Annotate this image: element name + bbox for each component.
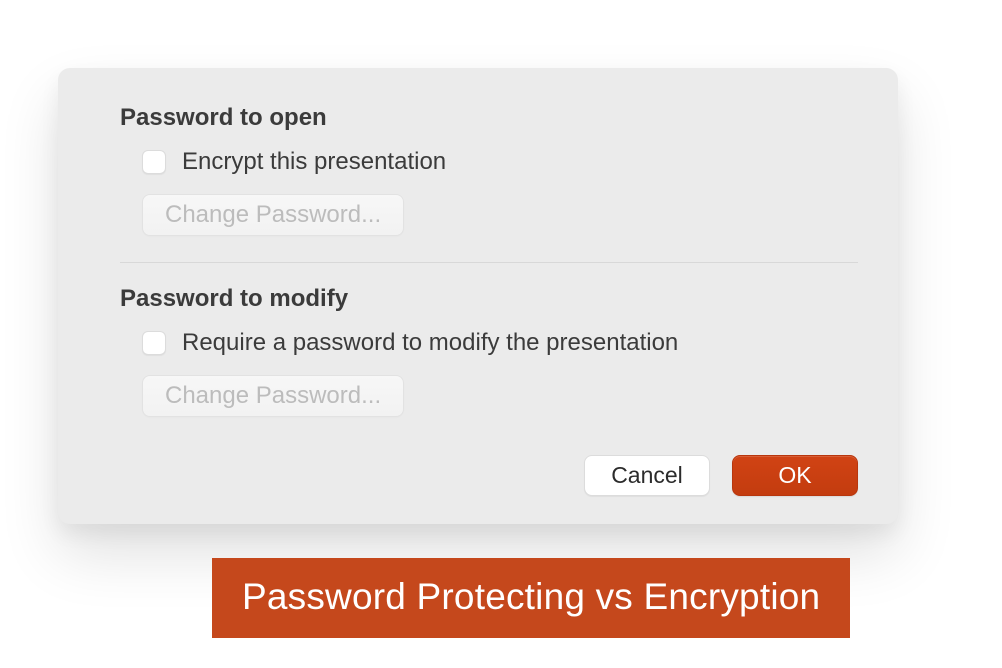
require-password-checkbox[interactable] xyxy=(142,331,166,355)
ok-button[interactable]: OK xyxy=(732,455,858,496)
password-to-open-section: Password to open Encrypt this presentati… xyxy=(120,104,858,236)
require-password-checkbox-label: Require a password to modify the present… xyxy=(182,329,678,357)
require-password-checkbox-row: Require a password to modify the present… xyxy=(142,329,858,357)
section-divider xyxy=(120,262,858,263)
cancel-button[interactable]: Cancel xyxy=(584,455,710,496)
dialog-button-row: Cancel OK xyxy=(120,455,858,496)
section-title-open: Password to open xyxy=(120,104,858,132)
encrypt-checkbox[interactable] xyxy=(142,150,166,174)
change-password-modify-button: Change Password... xyxy=(142,375,404,417)
password-dialog: Password to open Encrypt this presentati… xyxy=(58,68,898,524)
encrypt-checkbox-label: Encrypt this presentation xyxy=(182,148,446,176)
section-title-modify: Password to modify xyxy=(120,285,858,313)
change-password-open-button: Change Password... xyxy=(142,194,404,236)
encrypt-checkbox-row: Encrypt this presentation xyxy=(142,148,858,176)
password-to-modify-section: Password to modify Require a password to… xyxy=(120,285,858,417)
caption-overlay: Password Protecting vs Encryption xyxy=(212,558,850,638)
